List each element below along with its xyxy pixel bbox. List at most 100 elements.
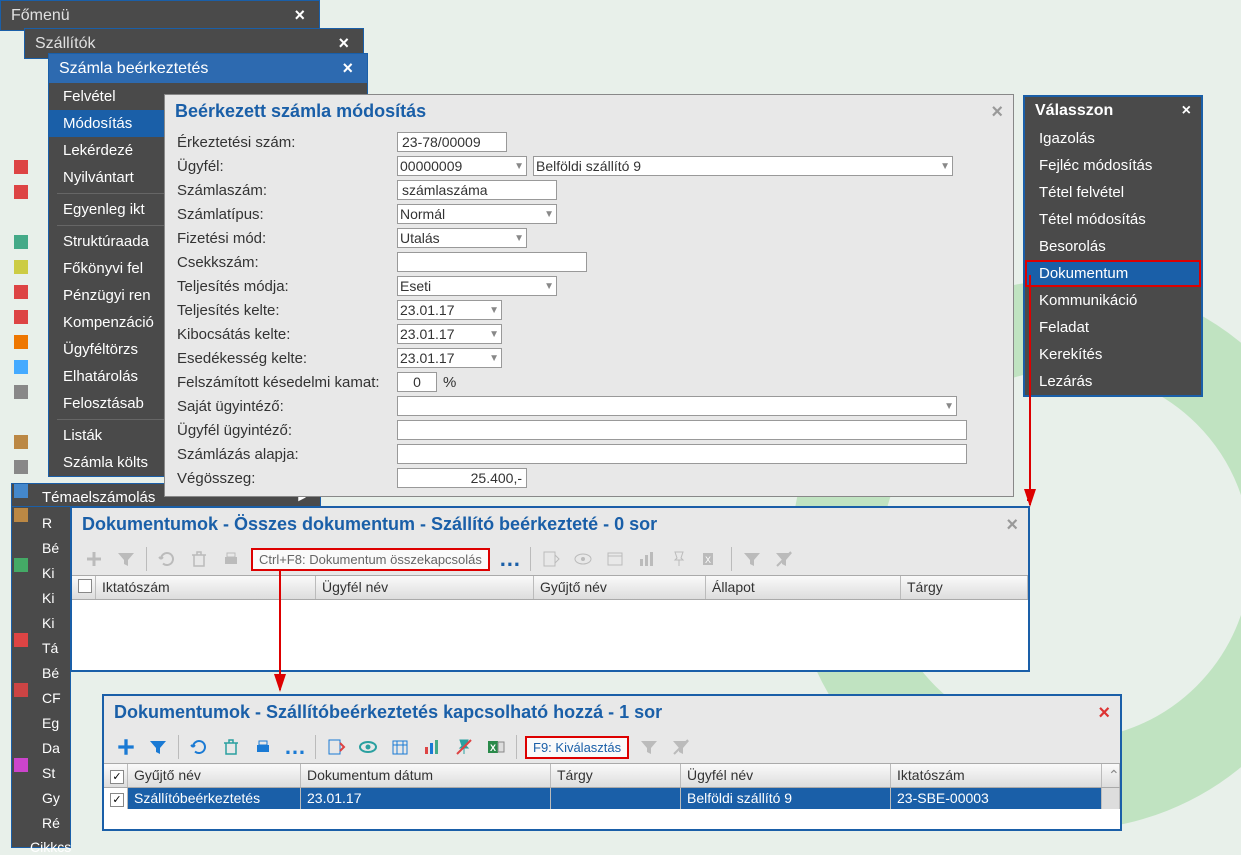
close-icon[interactable]: ×	[1182, 102, 1191, 120]
export-icon[interactable]	[539, 547, 563, 571]
more-icon[interactable]: …	[498, 547, 522, 571]
select-all-checkbox[interactable]: ✓	[110, 770, 124, 784]
choose-item[interactable]: Tétel módosítás	[1025, 206, 1201, 233]
refresh-icon[interactable]	[155, 547, 179, 571]
icon	[14, 235, 28, 249]
close-icon[interactable]: ×	[991, 101, 1003, 124]
filter2-icon[interactable]	[637, 735, 661, 759]
icon	[14, 435, 28, 449]
close-icon[interactable]: ×	[1006, 514, 1018, 537]
list-item[interactable]: Da	[42, 736, 70, 761]
check-number-field[interactable]	[397, 252, 587, 272]
list-item[interactable]: Cikkcs	[30, 839, 71, 855]
list-item[interactable]: Bé	[42, 536, 70, 561]
list-item[interactable]: Ki	[42, 561, 70, 586]
filter-icon[interactable]	[146, 735, 170, 759]
list-item[interactable]: St	[42, 761, 70, 786]
issue-date-field[interactable]: 23.01.17▼	[397, 324, 502, 344]
filter-off-icon[interactable]	[772, 547, 796, 571]
chart-icon[interactable]	[420, 735, 444, 759]
col-header[interactable]: Iktatószám	[891, 764, 1102, 787]
filter-off-icon[interactable]	[669, 735, 693, 759]
col-header[interactable]: Ügyfél név	[681, 764, 891, 787]
label: Saját ügyintéző:	[177, 398, 397, 415]
add-icon[interactable]	[82, 547, 106, 571]
list-item[interactable]: Ré	[42, 811, 70, 836]
col-header[interactable]: Gyűjtő név	[534, 576, 706, 599]
reg-number-field[interactable]: 23-78/00009	[397, 132, 507, 152]
invoice-type-select[interactable]: Normál▼	[397, 204, 557, 224]
excel-icon[interactable]: X	[484, 735, 508, 759]
print-icon[interactable]	[219, 547, 243, 571]
choose-item[interactable]: Tétel felvétel	[1025, 179, 1201, 206]
table-row[interactable]: ✓ Szállítóbeérkeztetés 23.01.17 Belföldi…	[104, 788, 1120, 809]
export-icon[interactable]	[324, 735, 348, 759]
pin-icon[interactable]	[452, 735, 476, 759]
col-header[interactable]: Dokumentum dátum	[301, 764, 551, 787]
eye-icon[interactable]	[356, 735, 380, 759]
total-field[interactable]: 25.400,-	[397, 468, 527, 488]
refresh-icon[interactable]	[187, 735, 211, 759]
choose-item[interactable]: Kommunikáció	[1025, 287, 1201, 314]
chart-icon[interactable]	[635, 547, 659, 571]
client-code-select[interactable]: 00000009▼	[397, 156, 527, 176]
icon	[14, 708, 28, 722]
choose-item[interactable]: Besorolás	[1025, 233, 1201, 260]
icon	[14, 558, 28, 572]
choose-item-dokumentum[interactable]: Dokumentum	[1025, 260, 1201, 287]
add-icon[interactable]	[114, 735, 138, 759]
delete-icon[interactable]	[219, 735, 243, 759]
payment-mode-select[interactable]: Utalás▼	[397, 228, 527, 248]
choose-item[interactable]: Fejléc módosítás	[1025, 152, 1201, 179]
fulfillment-mode-select[interactable]: Eseti▼	[397, 276, 557, 296]
col-header[interactable]: Ügyfél név	[316, 576, 534, 599]
client-name-select[interactable]: Belföldi szállító 9▼	[533, 156, 953, 176]
icon	[14, 310, 28, 324]
scroll-up-icon[interactable]: ⌃	[1102, 764, 1120, 787]
more-icon[interactable]: …	[283, 735, 307, 759]
col-header[interactable]: Állapot	[706, 576, 901, 599]
list-item[interactable]: Bé	[42, 661, 70, 686]
interest-field[interactable]: 0	[397, 372, 437, 392]
eye-icon[interactable]	[571, 547, 595, 571]
client-agent-field[interactable]	[397, 420, 967, 440]
choose-item[interactable]: Lezárás	[1025, 368, 1201, 395]
col-header[interactable]: Iktatószám	[96, 576, 316, 599]
label: Ügyfél ügyintéző:	[177, 422, 397, 439]
row-checkbox[interactable]: ✓	[110, 793, 124, 807]
own-agent-select[interactable]: ▼	[397, 396, 957, 416]
label: Kibocsátás kelte:	[177, 326, 397, 343]
col-header[interactable]: Tárgy	[901, 576, 1028, 599]
choose-item[interactable]: Igazolás	[1025, 125, 1201, 152]
billing-basis-field[interactable]	[397, 444, 967, 464]
excel-icon[interactable]: X	[699, 547, 723, 571]
invoice-number-field[interactable]: számlaszáma	[397, 180, 557, 200]
close-icon[interactable]: ×	[338, 58, 357, 79]
filter2-icon[interactable]	[740, 547, 764, 571]
col-header[interactable]: Tárgy	[551, 764, 681, 787]
close-icon[interactable]: ×	[1098, 702, 1110, 725]
col-header[interactable]: Gyűjtő név	[128, 764, 301, 787]
list-item[interactable]: Tá	[42, 636, 70, 661]
choose-item[interactable]: Kerekítés	[1025, 341, 1201, 368]
due-date-field[interactable]: 23.01.17▼	[397, 348, 502, 368]
choose-item[interactable]: Feladat	[1025, 314, 1201, 341]
pin-icon[interactable]	[667, 547, 691, 571]
list-item[interactable]: Ki	[42, 611, 70, 636]
close-icon[interactable]: ×	[290, 5, 309, 26]
list-item[interactable]: Eg	[42, 711, 70, 736]
list-item[interactable]: Ki	[42, 586, 70, 611]
close-icon[interactable]: ×	[334, 33, 353, 54]
filter-icon[interactable]	[114, 547, 138, 571]
list-item[interactable]: R	[42, 511, 70, 536]
label: Felszámított késedelmi kamat:	[177, 374, 397, 391]
fulfillment-date-field[interactable]: 23.01.17▼	[397, 300, 502, 320]
list-item[interactable]: Gy	[42, 786, 70, 811]
window-icon[interactable]	[603, 547, 627, 571]
calendar-icon[interactable]	[388, 735, 412, 759]
label: Fizetési mód:	[177, 230, 397, 247]
delete-icon[interactable]	[187, 547, 211, 571]
print-icon[interactable]	[251, 735, 275, 759]
list-item[interactable]: CF	[42, 686, 70, 711]
select-all-checkbox[interactable]	[78, 579, 92, 593]
